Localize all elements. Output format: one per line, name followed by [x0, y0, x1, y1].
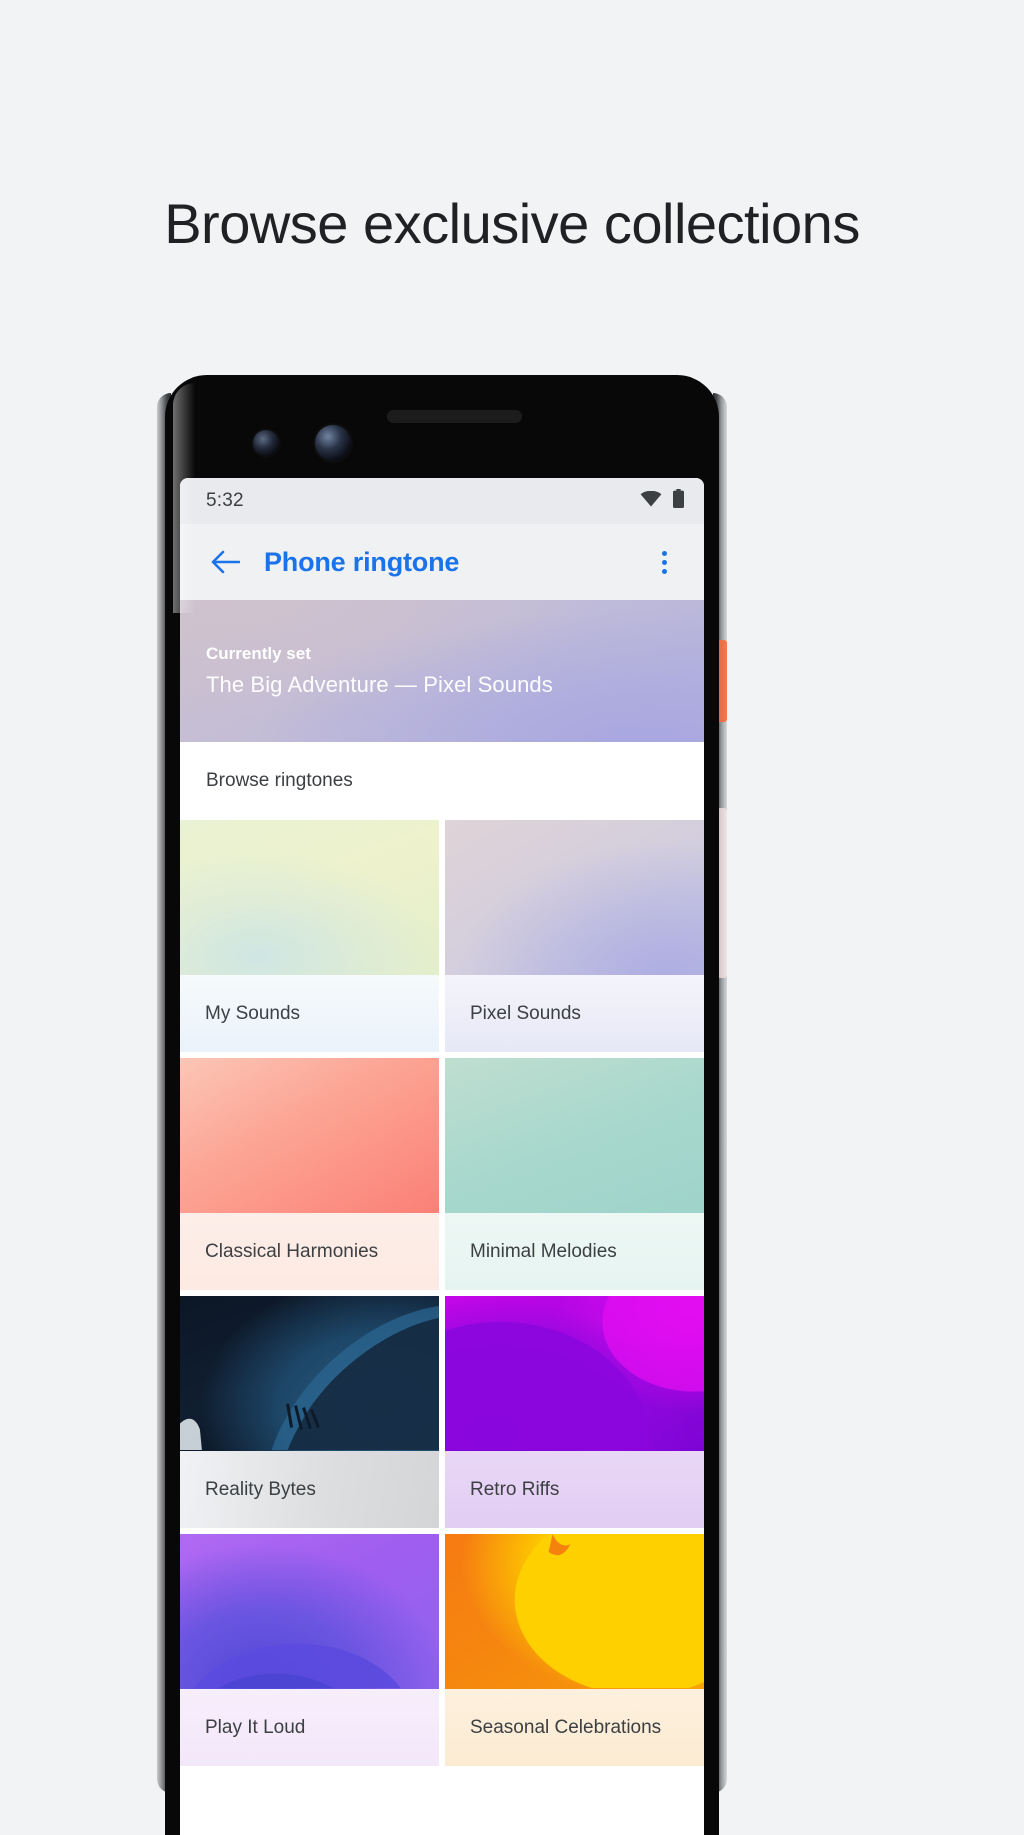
collection-title: Minimal Melodies — [445, 1213, 704, 1290]
collection-title: Pixel Sounds — [445, 975, 704, 1052]
app-bar-title: Phone ringtone — [264, 546, 460, 577]
ringtone-collection-tile[interactable]: Reality Bytes — [180, 1296, 439, 1528]
collection-title: My Sounds — [180, 975, 439, 1052]
seasonal-celebrations-artwork-icon — [514, 1534, 704, 1689]
phone-body: 5:32 Phone ringtone Currently set The Bi… — [165, 375, 719, 1835]
collection-artwork — [445, 1058, 704, 1213]
browse-ringtones-header: Browse ringtones — [180, 742, 704, 820]
ringtone-collection-grid: My Sounds Pixel Sounds Classical Harmonies… — [180, 820, 704, 1766]
phone-screen: 5:32 Phone ringtone Currently set The Bi… — [180, 478, 704, 1835]
collection-artwork — [180, 820, 439, 975]
status-bar: 5:32 — [180, 478, 704, 524]
more-vert-icon[interactable] — [644, 539, 684, 585]
front-camera-icon — [315, 425, 351, 461]
collection-artwork — [445, 1534, 704, 1689]
ringtone-collection-tile[interactable]: Play It Loud — [180, 1534, 439, 1766]
currently-set-banner[interactable]: Currently set The Big Adventure — Pixel … — [180, 600, 704, 742]
ringtone-collection-tile[interactable]: Retro Riffs — [445, 1296, 704, 1528]
proximity-sensor-icon — [253, 430, 279, 456]
battery-icon — [673, 489, 684, 513]
phone-device-mockup: 5:32 Phone ringtone Currently set The Bi… — [157, 375, 727, 1835]
arrow-back-icon[interactable] — [202, 539, 248, 585]
status-bar-icons — [640, 489, 684, 513]
ringtone-collection-tile[interactable]: Pixel Sounds — [445, 820, 704, 1052]
collection-title: Classical Harmonies — [180, 1213, 439, 1290]
collection-title: Play It Loud — [180, 1689, 439, 1766]
app-bar: Phone ringtone — [180, 524, 704, 600]
wifi-icon — [640, 490, 662, 512]
page-title: Browse exclusive collections — [164, 192, 860, 255]
ringtone-collection-tile[interactable]: Classical Harmonies — [180, 1058, 439, 1290]
play-it-loud-artwork-icon — [194, 1643, 401, 1689]
overflow-dot — [661, 559, 667, 565]
collection-artwork — [445, 820, 704, 975]
currently-set-value: The Big Adventure — Pixel Sounds — [206, 672, 553, 697]
collection-title: Retro Riffs — [445, 1451, 704, 1528]
reality-bytes-artwork-icon — [180, 1305, 439, 1451]
overflow-dot — [661, 568, 667, 574]
earpiece-speaker — [387, 410, 522, 423]
collection-artwork — [445, 1296, 704, 1451]
collection-artwork — [180, 1058, 439, 1213]
currently-set-label: Currently set — [206, 644, 311, 663]
retro-riffs-artwork-icon — [445, 1296, 704, 1451]
ringtone-collection-tile[interactable]: My Sounds — [180, 820, 439, 1052]
status-bar-clock: 5:32 — [206, 490, 244, 511]
ringtone-collection-tile[interactable]: Minimal Melodies — [445, 1058, 704, 1290]
ringtone-collection-tile[interactable]: Seasonal Celebrations — [445, 1534, 704, 1766]
collection-artwork — [180, 1296, 439, 1451]
collection-title: Seasonal Celebrations — [445, 1689, 704, 1766]
collection-artwork — [180, 1534, 439, 1689]
collection-title: Reality Bytes — [180, 1451, 439, 1528]
overflow-dot — [661, 550, 667, 556]
